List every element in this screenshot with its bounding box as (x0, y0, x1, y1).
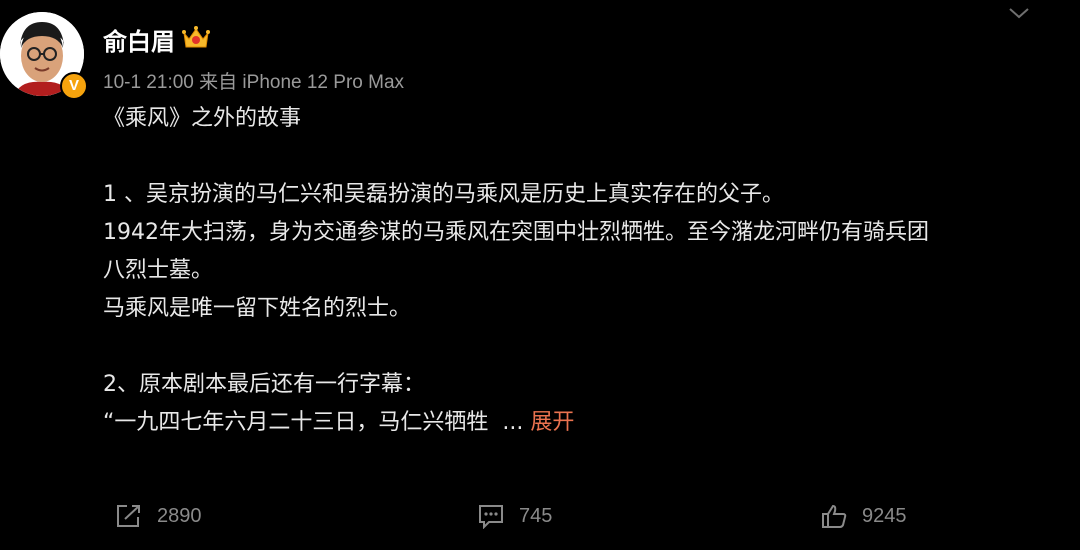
post-line: 马乘风是唯一留下姓名的烈士。 (103, 296, 412, 321)
post-line-text: “一九四七年六月二十三日，马仁兴牺牲 ... (103, 410, 524, 435)
like-icon (822, 504, 847, 528)
repost-count: 2890 (157, 504, 202, 527)
repost-button[interactable]: 2890 (115, 503, 202, 529)
comment-icon (479, 505, 503, 529)
crown-icon[interactable] (181, 25, 211, 51)
like-button[interactable]: 9245 (820, 503, 907, 529)
verified-badge: V (60, 72, 88, 100)
author-name[interactable]: 俞白眉 (103, 22, 175, 57)
repost-icon (117, 505, 140, 527)
post-title-line: 《乘风》之外的故事 (103, 106, 302, 131)
post-time: 10-1 21:00 (103, 72, 194, 93)
expand-link[interactable]: 展开 (530, 410, 574, 435)
post-line: 2、原本剧本最后还有一行字幕： (103, 372, 425, 397)
post-content: 《乘风》之外的故事 1 、吴京扮演的马仁兴和吴磊扮演的马乘风是历史上真实存在的父… (103, 100, 1043, 442)
post-meta: 10-1 21:00 来自 iPhone 12 Pro Max (103, 67, 404, 94)
post-line: 八烈士墓。 (103, 258, 214, 283)
post-line: “一九四七年六月二十三日，马仁兴牺牲 ... 展开 (103, 404, 1043, 442)
post-source: 来自 iPhone 12 Pro Max (199, 72, 405, 93)
post-line: 1 、吴京扮演的马仁兴和吴磊扮演的马乘风是历史上真实存在的父子。 (103, 182, 784, 207)
chevron-down-icon[interactable] (1008, 5, 1030, 21)
like-count: 9245 (862, 504, 907, 527)
comment-count: 745 (519, 504, 553, 527)
comment-button[interactable]: 745 (477, 503, 552, 529)
post-line: 1942年大扫荡，身为交通参谋的马乘风在突围中壮烈牺牲。至今潴龙河畔仍有骑兵团 (103, 220, 929, 245)
